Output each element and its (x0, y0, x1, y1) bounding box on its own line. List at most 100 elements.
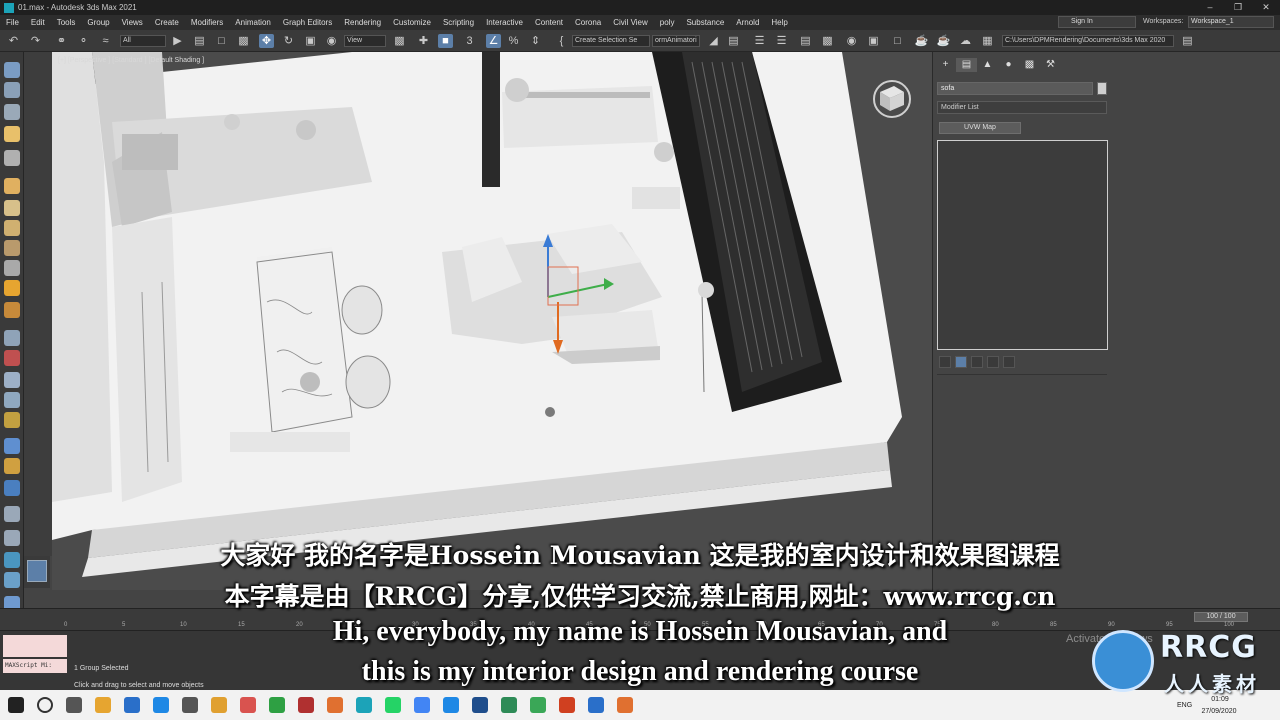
link-icon[interactable]: ⚭ (54, 34, 69, 48)
container-tool-icon[interactable] (4, 150, 20, 166)
keyboard-shortcut-override-icon[interactable]: ■ (438, 34, 453, 48)
select-and-scale-icon[interactable]: ▣ (303, 34, 318, 48)
app-icon[interactable] (501, 697, 517, 713)
menu-animation[interactable]: Animation (229, 18, 277, 27)
mail-icon[interactable] (124, 697, 140, 713)
curve-editor-icon[interactable]: ▤ (798, 34, 813, 48)
helper-tool-icon[interactable] (4, 372, 20, 388)
perspective-viewport[interactable]: [+] [Perspective ] [Standard ] [Default … (52, 52, 932, 590)
store-icon[interactable] (182, 697, 198, 713)
workspace-select[interactable]: Workspace_1 (1188, 16, 1274, 28)
modify-tab-icon[interactable]: ▤ (956, 58, 977, 72)
language-indicator[interactable]: ENG (1177, 702, 1192, 709)
spinner-snap-icon[interactable]: ⇕ (528, 34, 543, 48)
menu-help[interactable]: Help (765, 18, 793, 27)
3dsmax-icon[interactable] (356, 697, 372, 713)
viewcube-icon[interactable] (870, 78, 914, 120)
uvw-map-button[interactable]: UVW Map (939, 122, 1021, 134)
reference-coordinate-select[interactable]: View (344, 35, 386, 47)
torus-tool-icon[interactable] (4, 240, 20, 256)
menu-edit[interactable]: Edit (25, 18, 51, 27)
render-tool-icon[interactable] (4, 480, 20, 496)
menu-modifiers[interactable]: Modifiers (185, 18, 229, 27)
use-pivot-center-icon[interactable]: ▩ (392, 34, 407, 48)
light-tool-icon[interactable] (4, 126, 20, 142)
app-icon[interactable] (298, 697, 314, 713)
spacewarp-tool-icon[interactable] (4, 392, 20, 408)
app-icon[interactable] (269, 697, 285, 713)
clock-date[interactable]: 27/09/2020 (1196, 708, 1242, 715)
menu-content[interactable]: Content (529, 18, 569, 27)
menu-rendering[interactable]: Rendering (338, 18, 387, 27)
particle-tool-icon[interactable] (4, 350, 20, 366)
menu-arnold[interactable]: Arnold (730, 18, 765, 27)
menu-tools[interactable]: Tools (51, 18, 82, 27)
search-icon[interactable] (37, 697, 53, 713)
menu-substance[interactable]: Substance (680, 18, 730, 27)
sign-in-button[interactable]: Sign In (1058, 16, 1136, 28)
chrome-icon[interactable] (414, 697, 430, 713)
percent-snap-icon[interactable]: % (506, 34, 521, 48)
scene-explorer-icon[interactable]: ☰ (752, 34, 767, 48)
menu-graph-editors[interactable]: Graph Editors (277, 18, 338, 27)
modifier-list-select[interactable]: Modifier List (937, 101, 1107, 114)
material-tool-icon[interactable] (4, 438, 20, 454)
create-tab-icon[interactable]: + (935, 58, 956, 72)
render-setup-icon[interactable]: ▣ (866, 34, 881, 48)
select-by-name-icon[interactable]: ▤ (192, 34, 207, 48)
angle-snap-icon[interactable]: ∠ (486, 34, 501, 48)
bind-space-warp-icon[interactable]: ≈ (98, 34, 113, 48)
mirror-icon[interactable]: ◢ (706, 34, 721, 48)
pin-stack-icon[interactable] (939, 356, 951, 368)
menu-file[interactable]: File (0, 18, 25, 27)
unlink-icon[interactable]: ⚬ (76, 34, 91, 48)
display-tab-icon[interactable]: ▩ (1019, 58, 1040, 72)
menu-civil-view[interactable]: Civil View (607, 18, 654, 27)
spline-tool-icon[interactable] (4, 330, 20, 346)
close-icon[interactable]: ✕ (1252, 0, 1280, 15)
select-and-place-icon[interactable]: ◉ (324, 34, 339, 48)
project-folder-icon[interactable]: ▤ (1180, 34, 1195, 48)
teapot-tool-icon[interactable] (4, 302, 20, 318)
sphere-tool-icon[interactable] (4, 200, 20, 216)
app-icon[interactable] (559, 697, 575, 713)
align-icon[interactable]: ▤ (726, 34, 741, 48)
schematic-view-icon[interactable]: ▩ (820, 34, 835, 48)
app-icon[interactable] (240, 697, 256, 713)
menu-corona[interactable]: Corona (569, 18, 607, 27)
snaps-toggle-icon[interactable]: 3 (462, 34, 477, 48)
edit-named-selection-icon[interactable]: { (554, 34, 569, 48)
menu-views[interactable]: Views (116, 18, 149, 27)
script-field[interactable]: ormAnimatori (652, 35, 700, 47)
task-view-icon[interactable] (66, 697, 82, 713)
app-icon[interactable] (472, 697, 488, 713)
configure-modifier-sets-icon[interactable] (1003, 356, 1015, 368)
menu-create[interactable]: Create (149, 18, 185, 27)
window-crossing-icon[interactable]: ▩ (236, 34, 251, 48)
folder-icon[interactable] (211, 697, 227, 713)
cylinder-tool-icon[interactable] (4, 220, 20, 236)
render-iterative-icon[interactable]: ☕ (936, 34, 951, 48)
manipulate-icon[interactable]: ✚ (416, 34, 431, 48)
motion-tab-icon[interactable]: ● (998, 58, 1019, 72)
start-icon[interactable] (8, 697, 24, 713)
menu-customize[interactable]: Customize (387, 18, 437, 27)
cone-tool-icon[interactable] (4, 260, 20, 276)
make-unique-icon[interactable] (971, 356, 983, 368)
sun-tool-icon[interactable] (4, 280, 20, 296)
file-explorer-icon[interactable] (95, 697, 111, 713)
whatsapp-icon[interactable] (385, 697, 401, 713)
rendered-frame-window-icon[interactable]: □ (890, 34, 905, 48)
app-icon[interactable] (530, 697, 546, 713)
select-tool-icon[interactable] (4, 104, 20, 120)
box-tool-icon[interactable] (4, 178, 20, 194)
select-and-rotate-icon[interactable]: ↻ (281, 34, 296, 48)
show-end-result-icon[interactable] (955, 356, 967, 368)
hierarchy-tab-icon[interactable]: ▲ (977, 58, 998, 72)
viewport-label[interactable]: [+] [Perspective ] [Standard ] [Default … (58, 57, 204, 64)
edge-icon[interactable] (153, 697, 169, 713)
menu-interactive[interactable]: Interactive (480, 18, 529, 27)
layer-explorer-icon[interactable]: ☰ (774, 34, 789, 48)
app-icon[interactable] (327, 697, 343, 713)
clock-time[interactable]: 01:09 (1200, 696, 1240, 703)
